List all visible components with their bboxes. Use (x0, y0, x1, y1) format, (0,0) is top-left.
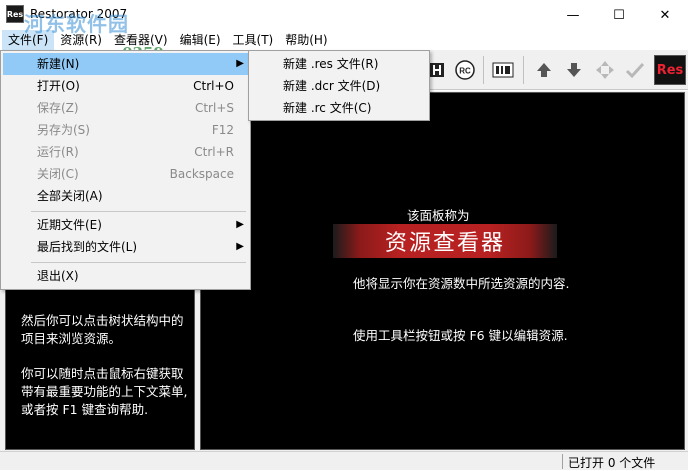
tree-help-text-1: 然后你可以点击树状结构中的项目来浏览资源。 (21, 313, 184, 346)
file-menu-recent-files[interactable]: 近期文件(E) ▶ (3, 214, 250, 236)
watermark-logo: 河东软件园 (24, 12, 129, 36)
file-menu-save[interactable]: 保存(Z) Ctrl+S (3, 97, 250, 119)
file-menu-close-all[interactable]: 全部关闭(A) (3, 185, 250, 207)
new-rc-file[interactable]: 新建 .rc 文件(C) (251, 97, 429, 119)
minimize-button[interactable]: — (550, 0, 596, 30)
arrow-up-icon[interactable] (531, 57, 557, 83)
close-button[interactable]: ✕ (642, 0, 688, 30)
file-menu-save-as[interactable]: 另存为(S) F12 (3, 119, 250, 141)
chevron-right-icon: ▶ (236, 219, 244, 230)
status-bar: 已打开 0 个文件 (0, 451, 688, 470)
chevron-right-icon: ▶ (236, 241, 244, 252)
viewer-caption: 该面板称为 (407, 208, 470, 223)
file-menu-last-found[interactable]: 最后找到的文件(L) ▶ (3, 236, 250, 258)
chevron-right-icon: ▶ (236, 58, 244, 69)
new-submenu-dropdown: 新建 .res 文件(R) 新建 .dcr 文件(D) 新建 .rc 文件(C) (248, 50, 430, 121)
file-menu-exit[interactable]: 退出(X) (3, 265, 250, 287)
menu-separator (31, 262, 246, 263)
menu-help[interactable]: 帮助(H) (279, 30, 333, 50)
file-menu-dropdown: 新建(N) ▶ 打开(O) Ctrl+O 保存(Z) Ctrl+S 另存为(S)… (0, 50, 251, 290)
app-icon[interactable]: Res (6, 5, 24, 23)
navigate-icon[interactable] (592, 57, 618, 83)
new-dcr-file[interactable]: 新建 .dcr 文件(D) (251, 75, 429, 97)
viewer-description-1: 他将显示你在资源数中所选资源的内容. (353, 276, 570, 291)
tree-help-text-2: 你可以随时点击鼠标右键获取带有最重要功能的上下文菜单, 或者按 F1 键查询帮助… (21, 366, 188, 417)
status-separator (562, 454, 563, 469)
menu-tools[interactable]: 工具(T) (227, 30, 280, 50)
viewer-title-banner: 资源查看器 (333, 224, 557, 258)
maximize-button[interactable]: ☐ (596, 0, 642, 30)
viewer-description-2: 使用工具栏按钮或按 F6 键以编辑资源. (353, 328, 568, 343)
arrow-down-icon[interactable] (561, 57, 587, 83)
file-menu-new[interactable]: 新建(N) ▶ (3, 53, 250, 75)
checkmark-icon[interactable] (622, 57, 648, 83)
rc-icon[interactable]: RC (452, 57, 478, 83)
status-file-count: 已打开 0 个文件 (568, 456, 656, 470)
menu-separator (31, 211, 246, 212)
svg-text:RC: RC (459, 67, 471, 76)
file-menu-open[interactable]: 打开(O) Ctrl+O (3, 75, 250, 97)
new-res-file[interactable]: 新建 .res 文件(R) (251, 53, 429, 75)
restorator-logo: Res (654, 55, 686, 85)
file-menu-close[interactable]: 关闭(C) Backspace (3, 163, 250, 185)
file-menu-run[interactable]: 运行(R) Ctrl+R (3, 141, 250, 163)
resource-view-icon[interactable] (490, 57, 516, 83)
toolbar-separator (483, 56, 484, 84)
resource-viewer-panel[interactable]: 该面板称为 资源查看器 他将显示你在资源数中所选资源的内容. 使用工具栏按钮或按… (200, 92, 685, 450)
toolbar-separator (523, 56, 524, 84)
